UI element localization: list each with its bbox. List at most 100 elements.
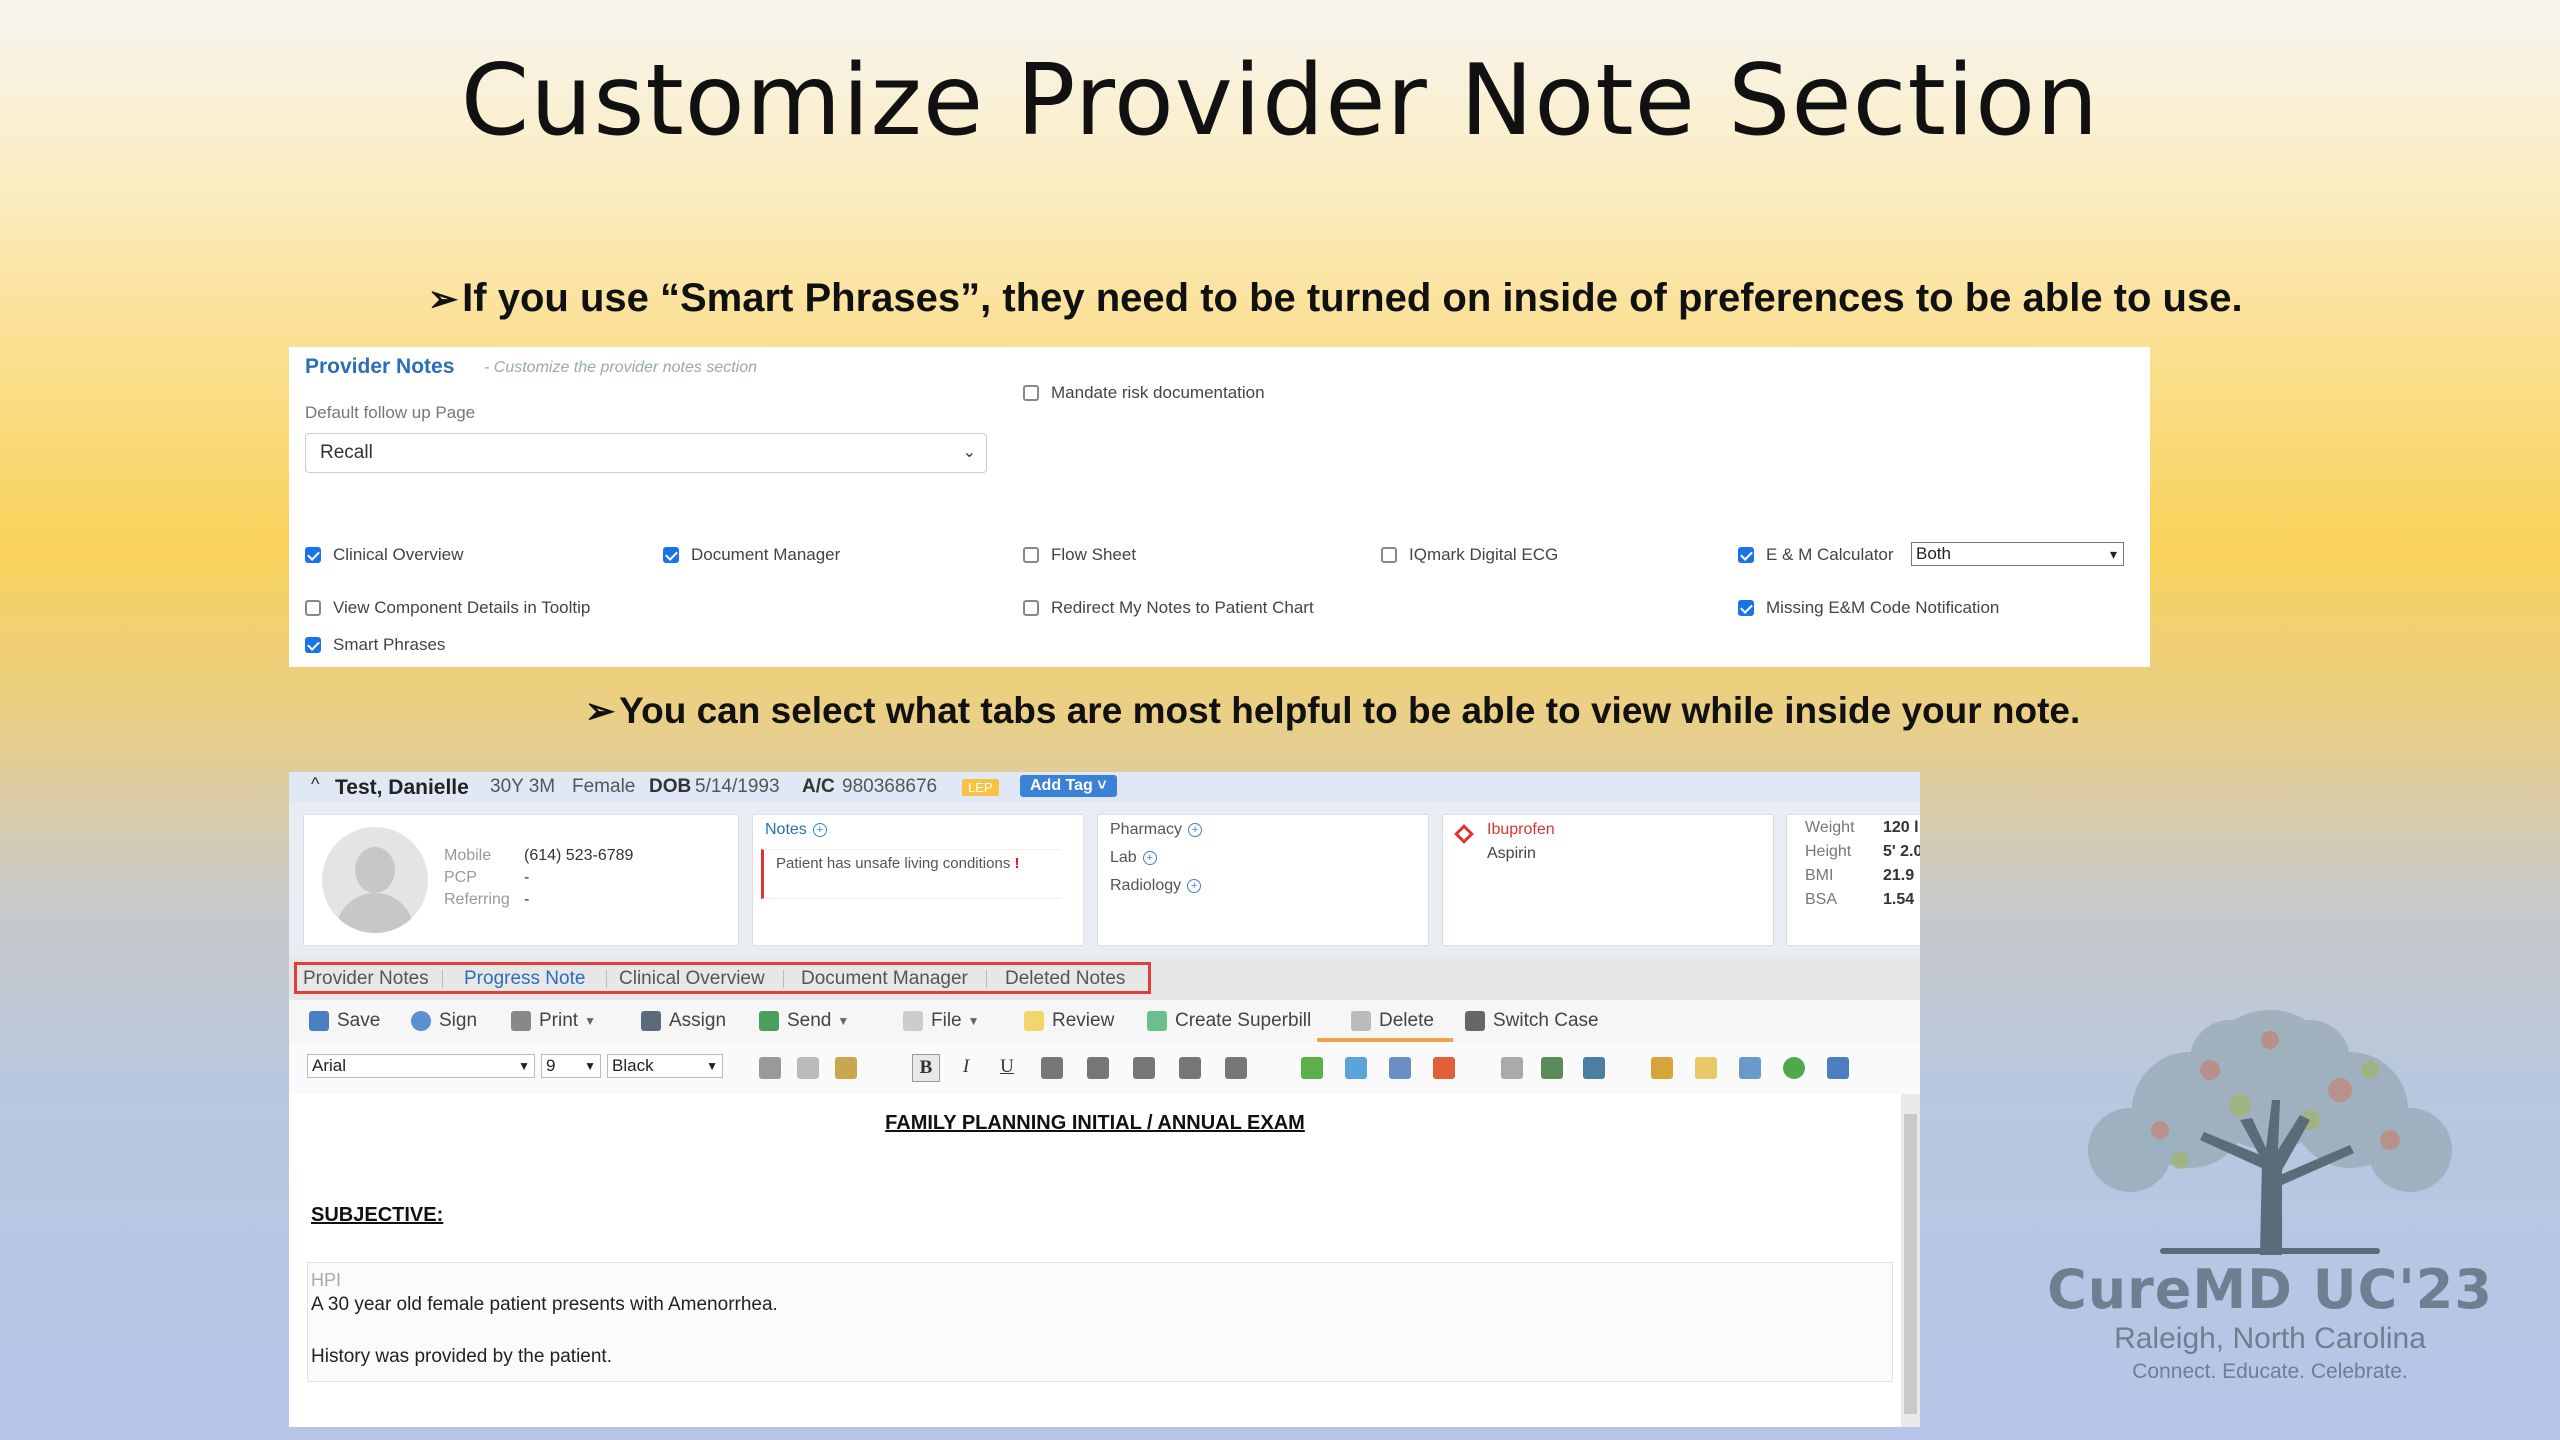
draw-icon[interactable] — [1433, 1057, 1455, 1079]
tab-document-manager[interactable]: Document Manager — [801, 968, 968, 990]
spellcheck-icon[interactable] — [1301, 1057, 1323, 1079]
cut-icon[interactable] — [759, 1057, 781, 1079]
chevron-down-icon: ⌄ — [962, 444, 976, 461]
add-icon[interactable]: + — [1188, 822, 1203, 837]
note-editor[interactable]: FAMILY PLANNING INITIAL / ANNUAL EXAM SU… — [289, 1094, 1901, 1427]
tab-progress-note[interactable]: Progress Note — [464, 968, 585, 990]
avatar-head — [355, 847, 395, 893]
table-icon[interactable] — [1389, 1057, 1411, 1079]
copy-icon[interactable] — [797, 1057, 819, 1079]
emr-note-screenshot: ^ Test, Danielle 30Y 3M Female DOB 5/14/… — [289, 772, 1920, 1427]
checkbox-document-manager[interactable]: Document Manager — [663, 545, 840, 565]
lab-row[interactable]: Lab + — [1110, 849, 1157, 867]
checkbox-box[interactable] — [1023, 600, 1039, 616]
vital-value: 5' 2.0 — [1883, 843, 1920, 860]
sign-label: Sign — [439, 1010, 478, 1031]
checkbox-view-component-details[interactable]: View Component Details in Tooltip — [305, 598, 590, 618]
search-icon[interactable] — [1651, 1057, 1673, 1079]
account-label: A/C — [802, 776, 835, 797]
checkbox-box[interactable] — [1023, 385, 1039, 401]
checkbox-box[interactable] — [1023, 547, 1039, 563]
checkbox-box[interactable] — [663, 547, 679, 563]
image-icon[interactable] — [1345, 1057, 1367, 1079]
vital-row: Height 5' 2.0 — [1805, 843, 1920, 861]
bold-button[interactable]: B — [912, 1054, 940, 1082]
add-icon[interactable]: + — [1142, 850, 1157, 865]
chevron-down-icon: ▼ — [706, 1059, 718, 1073]
tab-clinical-overview[interactable]: Clinical Overview — [619, 968, 765, 990]
create-superbill-button[interactable]: Create Superbill — [1147, 1010, 1311, 1032]
assign-button[interactable]: Assign — [641, 1010, 726, 1032]
edit-icon[interactable] — [1695, 1057, 1717, 1079]
review-button[interactable]: Review — [1024, 1010, 1114, 1032]
checkbox-box[interactable] — [305, 547, 321, 563]
orders-card: Pharmacy + Lab + Radiology + — [1097, 814, 1429, 946]
checkbox-box[interactable] — [1738, 547, 1754, 563]
bullet-list-icon[interactable] — [1225, 1057, 1247, 1079]
refresh-icon[interactable] — [1783, 1057, 1805, 1079]
print-button[interactable]: Print ▼ — [511, 1010, 596, 1032]
font-color-select[interactable]: Black ▼ — [607, 1054, 723, 1078]
referring-row: Referring - — [444, 891, 529, 909]
checkbox-mandate-risk[interactable]: Mandate risk documentation — [1023, 383, 1265, 403]
mobile-row: Mobile (614) 523-6789 — [444, 847, 633, 865]
collapse-chevron-icon[interactable]: ^ — [311, 774, 319, 795]
export-icon[interactable] — [1583, 1057, 1605, 1079]
tab-provider-notes[interactable]: Provider Notes — [303, 968, 429, 990]
checkbox-box[interactable] — [1381, 547, 1397, 563]
follow-up-select[interactable]: Recall ⌄ — [305, 433, 987, 473]
vitals-card: Weight 120 l Height 5' 2.0 BMI 21.9 BSA 1.54 — [1786, 814, 1920, 946]
switch-case-button[interactable]: Switch Case — [1465, 1010, 1599, 1032]
sign-button[interactable]: Sign — [411, 1010, 477, 1032]
checkbox-flow-sheet[interactable]: Flow Sheet — [1023, 545, 1136, 565]
add-icon[interactable]: + — [812, 822, 827, 837]
em-select-value: Both — [1916, 544, 1951, 563]
patient-age: 30Y 3M — [490, 776, 556, 797]
editor-scrollbar[interactable] — [1901, 1094, 1920, 1427]
hpi-line: A 30 year old female patient presents wi… — [311, 1294, 778, 1315]
add-tag-button[interactable]: Add Tag ˅ — [1020, 775, 1117, 797]
import-icon[interactable] — [1541, 1057, 1563, 1079]
add-icon[interactable]: + — [1187, 878, 1202, 893]
em-calculator-select[interactable]: Both ▾ — [1911, 542, 2124, 566]
send-label: Send — [787, 1010, 832, 1031]
checkbox-clinical-overview[interactable]: Clinical Overview — [305, 545, 463, 565]
send-button[interactable]: Send ▼ — [759, 1010, 849, 1032]
note-item: Patient has unsafe living conditions ! — [761, 849, 1061, 899]
file-icon — [903, 1011, 923, 1031]
form-icon[interactable] — [1739, 1057, 1761, 1079]
align-left-icon[interactable] — [1041, 1057, 1063, 1079]
font-size-select[interactable]: 9 ▼ — [541, 1054, 601, 1078]
checkbox-smart-phrases[interactable]: Smart Phrases — [305, 635, 445, 655]
align-center-icon[interactable] — [1087, 1057, 1109, 1079]
underline-button[interactable]: U — [994, 1054, 1020, 1080]
prefs-header: Provider Notes — [305, 355, 455, 378]
italic-button[interactable]: I — [953, 1054, 979, 1080]
file-button[interactable]: File ▼ — [903, 1010, 980, 1032]
checkbox-redirect-notes[interactable]: Redirect My Notes to Patient Chart — [1023, 598, 1314, 618]
radiology-row[interactable]: Radiology + — [1110, 877, 1202, 895]
referring-value: - — [524, 891, 530, 908]
bullet-text: You can select what tabs are most helpfu… — [619, 690, 2081, 731]
checkbox-em-calculator[interactable]: E & M Calculator — [1738, 545, 1894, 565]
checkbox-box[interactable] — [305, 637, 321, 653]
font-family-select[interactable]: Arial ▼ — [307, 1054, 535, 1078]
checkbox-missing-em-code[interactable]: Missing E&M Code Notification — [1738, 598, 1999, 618]
tab-deleted-notes[interactable]: Deleted Notes — [1005, 968, 1125, 990]
paste-icon[interactable] — [835, 1057, 857, 1079]
numbered-list-icon[interactable] — [1179, 1057, 1201, 1079]
checkbox-box[interactable] — [305, 600, 321, 616]
save-button[interactable]: Save — [309, 1010, 380, 1032]
copy-note-icon[interactable] — [1827, 1057, 1849, 1079]
scrollbar-thumb[interactable] — [1904, 1114, 1917, 1414]
align-right-icon[interactable] — [1133, 1057, 1155, 1079]
logo-title: CureMD UC'23 — [2047, 1258, 2493, 1321]
pharmacy-row[interactable]: Pharmacy + — [1110, 821, 1203, 839]
slide-title: Customize Provider Note Section — [460, 44, 2100, 158]
template-icon[interactable] — [1501, 1057, 1523, 1079]
checkbox-box[interactable] — [1738, 600, 1754, 616]
delete-button[interactable]: Delete — [1351, 1010, 1434, 1032]
notes-header[interactable]: Notes + — [765, 821, 827, 839]
checkbox-iqmark-ecg[interactable]: IQmark Digital ECG — [1381, 545, 1558, 565]
notes-card: Notes + Patient has unsafe living conditi… — [752, 814, 1084, 946]
